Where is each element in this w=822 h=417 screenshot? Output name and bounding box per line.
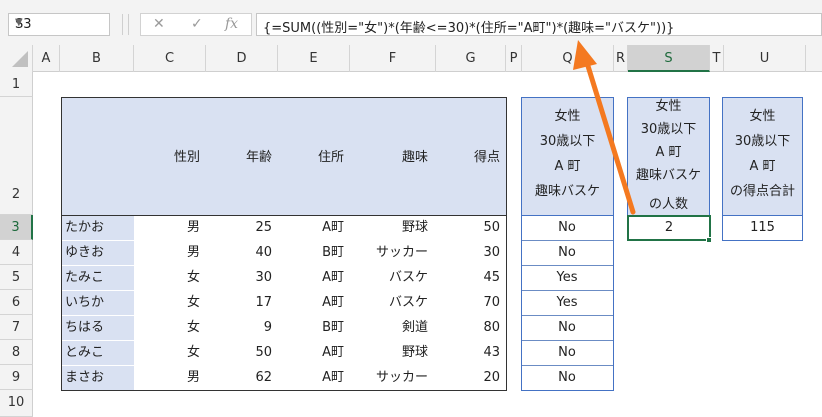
s-header-line-4: 趣味バスケ <box>635 168 701 183</box>
col-header-U[interactable]: U <box>724 45 806 72</box>
col-header-C[interactable]: C <box>134 45 206 72</box>
u-header-line-4: の得点合計 <box>729 184 795 199</box>
col-header-A[interactable]: A <box>33 45 60 72</box>
u-header-line-2: 30歳以下 <box>734 134 791 149</box>
row-header-10[interactable]: 10 <box>0 390 33 417</box>
col-header-Q[interactable]: Q <box>522 45 614 72</box>
col-header-B[interactable]: B <box>60 45 134 72</box>
enter-icon[interactable]: ✓ <box>191 16 203 32</box>
u-header-line-3: A 町 <box>749 159 776 174</box>
col-header-R[interactable]: R <box>614 45 628 72</box>
separator <box>122 14 123 35</box>
s-header-line-1: 女性 <box>655 99 682 114</box>
select-all-corner[interactable] <box>0 45 33 72</box>
separator <box>128 14 129 35</box>
row-header-4[interactable]: 4 <box>0 240 33 265</box>
header-divider <box>61 215 507 216</box>
col-header-F[interactable]: F <box>350 45 436 72</box>
col-header-S[interactable]: S <box>628 45 710 72</box>
function-icon[interactable]: fx <box>225 16 238 32</box>
row-header-7[interactable]: 7 <box>0 315 33 340</box>
col-header-G[interactable]: G <box>436 45 506 72</box>
row-header-5[interactable]: 5 <box>0 265 33 290</box>
u3-value[interactable]: 115 <box>723 216 802 240</box>
row-header-3[interactable]: 3 <box>0 215 33 240</box>
active-cell-S3[interactable]: 2 <box>627 215 711 241</box>
s3-value: 2 <box>664 220 674 235</box>
formula-text: {=SUM((性別="女")*(年齢<=30)*(住所="A町")*(趣味="バ… <box>263 21 675 36</box>
row-header-1[interactable]: 1 <box>0 72 33 97</box>
s-header-line-2: 30歳以下 <box>640 122 697 137</box>
q-header-line-1: 女性 <box>554 109 581 124</box>
chevron-down-icon[interactable]: ▼ <box>15 17 105 28</box>
formula-input[interactable]: {=SUM((性別="女")*(年齢<=30)*(住所="A町")*(趣味="バ… <box>256 13 822 36</box>
col-header-E[interactable]: E <box>278 45 350 72</box>
q-header-line-2: 30歳以下 <box>539 134 596 149</box>
q-header-line-3: A 町 <box>554 159 581 174</box>
row-header-9[interactable]: 9 <box>0 365 33 390</box>
q-header-divider <box>521 215 614 216</box>
cancel-icon[interactable]: ✕ <box>153 16 165 32</box>
formula-buttons: ✕ ✓ fx <box>140 13 252 36</box>
col-header-T[interactable]: T <box>710 45 724 72</box>
column-header-bar: A B C D E F G P Q R S T U <box>0 45 822 72</box>
table-outline <box>61 97 507 391</box>
fill-handle[interactable] <box>706 237 712 243</box>
u-header-line-1: 女性 <box>749 109 776 124</box>
s-header-line-3: A 町 <box>655 145 682 160</box>
corner-triangle-icon <box>12 51 28 67</box>
col-header-D[interactable]: D <box>206 45 278 72</box>
s-header-line-5: の人数 <box>648 197 688 212</box>
row-header-8[interactable]: 8 <box>0 340 33 365</box>
row-header-6[interactable]: 6 <box>0 290 33 315</box>
col-header-P[interactable]: P <box>506 45 522 72</box>
name-box[interactable]: S3 ▼ <box>8 13 110 36</box>
row-header-2[interactable]: 2 <box>0 97 33 215</box>
q-header-line-4: 趣味バスケ <box>534 184 600 199</box>
